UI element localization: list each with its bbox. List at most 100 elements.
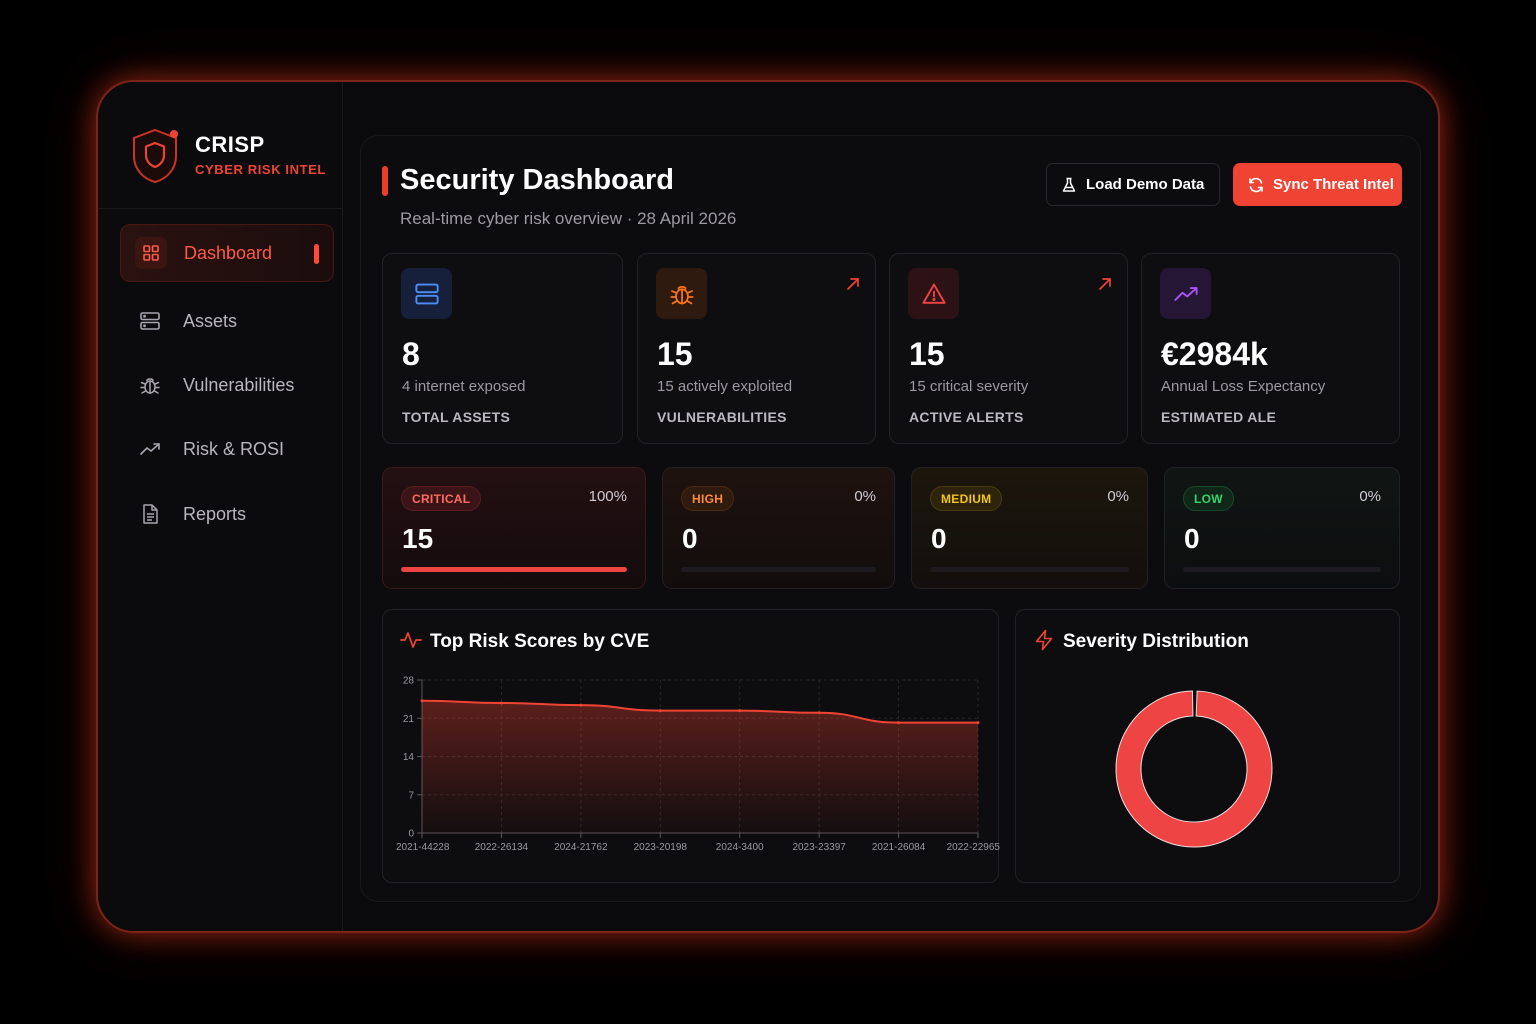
risk-scores-panel: Top Risk Scores by CVE 0 7 14 21 28 2021-4422…: [382, 609, 1000, 884]
y-tick-label: 0: [408, 829, 414, 840]
refresh-icon: [1248, 177, 1264, 193]
severity-donut-chart[interactable]: [1016, 610, 1401, 884]
x-tick-label: 2023-20198: [634, 842, 688, 853]
brand-title: CRISP: [195, 132, 265, 157]
sidebar-item-label: Dashboard: [184, 242, 273, 263]
severity-bar-track: [1183, 567, 1381, 572]
load-demo-data-label: Load Demo Data: [1086, 176, 1205, 193]
stat-subtext: Annual Loss Expectancy: [1161, 378, 1326, 395]
data-point: [420, 699, 424, 703]
y-tick-label: 21: [403, 714, 415, 725]
stat-value: 15: [657, 336, 693, 372]
stat-card-vulnerabilities[interactable]: 15 15 actively exploited VULNERABILITIES: [637, 253, 876, 444]
stat-card-estimated-ale[interactable]: €2984k Annual Loss Expectancy ESTIMATED …: [1141, 253, 1400, 444]
severity-bar-fill: [401, 567, 627, 572]
sidebar-item-label: Vulnerabilities: [183, 374, 295, 395]
alert-icon: [908, 268, 959, 319]
screen: CRISP CYBER RISK INTEL Dashboard Assets …: [0, 0, 1536, 1024]
severity-badge: HIGH: [681, 486, 735, 511]
severity-bar-track: [401, 567, 627, 572]
grid-icon: [135, 237, 167, 269]
trend-up-arrow-icon: [1099, 278, 1111, 290]
active-indicator: [314, 244, 319, 264]
stat-value: 15: [909, 336, 945, 372]
data-point: [976, 721, 980, 725]
data-point: [817, 711, 821, 715]
sync-threat-intel-label: Sync Threat Intel: [1273, 176, 1394, 193]
stat-label: VULNERABILITIES: [657, 409, 787, 425]
sidebar: CRISP CYBER RISK INTEL Dashboard Assets …: [98, 82, 343, 931]
x-tick-label: 2022-22965: [947, 842, 1000, 853]
area-fill: [422, 700, 978, 833]
sidebar-item-label: Assets: [183, 310, 238, 331]
sidebar-item-reports[interactable]: Reports: [120, 485, 334, 543]
stat-value: 8: [402, 336, 420, 372]
donut-slice-critical: [1115, 690, 1273, 848]
main-panel: Security Dashboard Real-time cyber risk …: [360, 135, 1421, 902]
y-tick-label: 14: [403, 752, 415, 763]
shield-logo-icon: [133, 128, 178, 184]
stat-card-total-assets[interactable]: 8 4 internet exposed TOTAL ASSETS: [382, 253, 623, 444]
severity-bar-track: [930, 567, 1129, 572]
x-tick-label: 2021-44228: [396, 842, 450, 853]
server-icon: [134, 305, 166, 337]
page-subtitle: Real-time cyber risk overview · 28 April…: [400, 209, 737, 228]
severity-card-high[interactable]: HIGH 0% 0: [662, 467, 895, 589]
x-tick-label: 2022-26134: [475, 842, 529, 853]
severity-count: 0: [682, 523, 698, 554]
title-accent: [382, 166, 388, 196]
severity-card-low[interactable]: LOW 0% 0: [1164, 467, 1400, 589]
trend-icon: [134, 433, 166, 465]
page-title: Security Dashboard: [400, 164, 674, 196]
severity-badge: LOW: [1183, 486, 1234, 511]
severity-badge: CRITICAL: [401, 486, 482, 511]
stat-subtext: 4 internet exposed: [402, 378, 526, 395]
severity-percent: 0%: [1359, 488, 1381, 505]
load-demo-data-button[interactable]: Load Demo Data: [1046, 163, 1220, 206]
sidebar-item-label: Risk & ROSI: [183, 438, 285, 459]
data-point: [579, 703, 583, 707]
data-point: [738, 709, 742, 713]
severity-badge: MEDIUM: [930, 486, 1003, 511]
severity-percent: 0%: [854, 488, 876, 505]
sidebar-item-vulnerabilities[interactable]: Vulnerabilities: [120, 356, 334, 414]
severity-distribution-panel: Severity Distribution: [1015, 609, 1400, 883]
stat-subtext: 15 actively exploited: [657, 378, 793, 395]
severity-card-critical[interactable]: CRITICAL 100% 15: [382, 467, 646, 589]
y-tick-label: 7: [408, 790, 414, 801]
data-point: [658, 709, 662, 713]
severity-card-medium[interactable]: MEDIUM 0% 0: [911, 467, 1148, 589]
risk-scores-chart[interactable]: 0 7 14 21 28 2021-44228 2022-26134 2024-21762 20…: [383, 610, 1000, 884]
data-point: [499, 701, 503, 705]
stat-subtext: 15 critical severity: [909, 378, 1029, 395]
x-tick-label: 2024-21762: [554, 842, 608, 853]
bug-icon: [656, 268, 707, 319]
severity-percent: 100%: [588, 488, 627, 505]
sync-threat-intel-button[interactable]: Sync Threat Intel: [1233, 163, 1402, 206]
data-point: [897, 721, 901, 725]
stat-label: TOTAL ASSETS: [402, 409, 511, 425]
document-icon: [134, 498, 166, 530]
severity-count: 15: [402, 523, 434, 554]
server-icon: [401, 268, 452, 319]
x-tick-label: 2024-3400: [716, 842, 764, 853]
sidebar-item-label: Reports: [183, 503, 247, 524]
severity-percent: 0%: [1107, 488, 1129, 505]
stat-card-active-alerts[interactable]: 15 15 critical severity ACTIVE ALERTS: [889, 253, 1128, 444]
sidebar-item-assets[interactable]: Assets: [120, 292, 334, 350]
stat-label: ACTIVE ALERTS: [909, 409, 1024, 425]
stat-label: ESTIMATED ALE: [1161, 409, 1277, 425]
y-tick-label: 28: [403, 676, 415, 687]
sidebar-item-dashboard[interactable]: Dashboard: [120, 224, 334, 282]
severity-count: 0: [1184, 523, 1200, 554]
trend-up-arrow-icon: [847, 278, 859, 290]
brand: CRISP CYBER RISK INTEL: [98, 82, 343, 209]
brand-subtitle: CYBER RISK INTEL: [195, 162, 326, 177]
severity-count: 0: [931, 523, 947, 554]
sidebar-item-risk-rosi[interactable]: Risk & ROSI: [120, 420, 334, 478]
app-window: CRISP CYBER RISK INTEL Dashboard Assets …: [96, 80, 1440, 933]
x-tick-label: 2021-26084: [872, 842, 926, 853]
bug-icon: [134, 369, 166, 401]
flask-icon: [1061, 177, 1077, 193]
trend-icon: [1160, 268, 1211, 319]
